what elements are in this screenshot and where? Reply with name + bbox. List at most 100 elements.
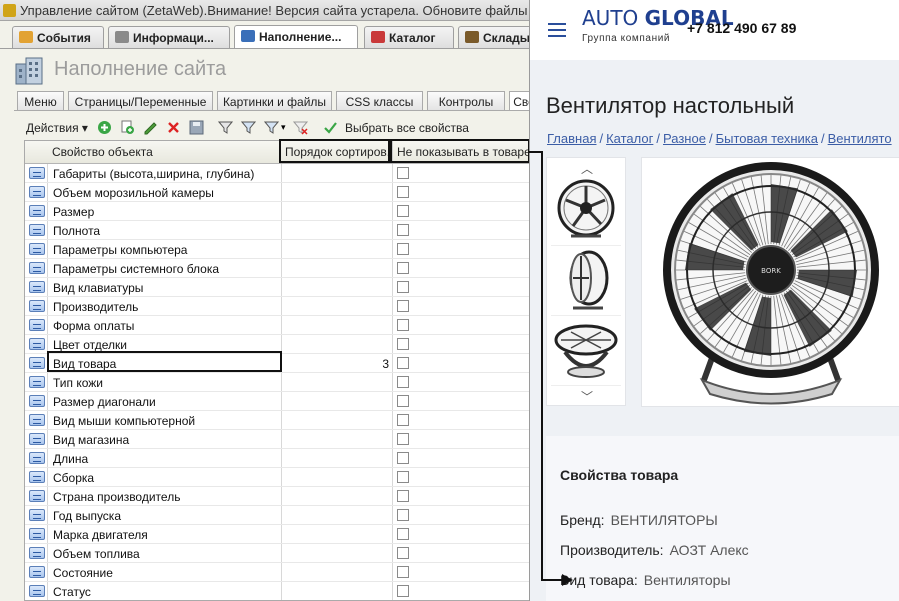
sort-order-value[interactable]: 3 [281,357,389,371]
chevron-down-icon[interactable]: ﹀ [581,388,593,405]
table-row[interactable]: Длина [25,449,529,468]
property-name[interactable]: Вид клавиатуры [53,281,143,295]
table-row[interactable]: Вид клавиатуры [25,278,529,297]
property-name[interactable]: Параметры компьютера [53,243,187,257]
tab-pages-variables[interactable]: Страницы/Переменные [68,91,213,110]
hide-in-product-checkbox[interactable] [397,300,409,312]
hide-in-product-checkbox[interactable] [397,338,409,350]
hide-in-product-checkbox[interactable] [397,490,409,502]
property-name[interactable]: Длина [53,452,88,466]
table-row[interactable]: Вид мыши компьютерной [25,411,529,430]
table-row[interactable]: Вид магазина [25,430,529,449]
tab-properties[interactable]: Сво [509,91,529,110]
table-row[interactable]: Марка двигателя [25,525,529,544]
table-row[interactable]: Статус [25,582,529,600]
tab-warehouses[interactable]: Склады [458,26,529,48]
breadcrumb-appliances[interactable]: Бытовая техника [716,131,818,146]
tab-controls[interactable]: Контролы [427,91,505,110]
property-name[interactable]: Страна производитель [53,490,180,504]
copy-icon[interactable] [120,120,135,135]
property-name[interactable]: Параметры системного блока [53,262,219,276]
tab-events[interactable]: События [12,26,104,48]
select-all-button[interactable]: Выбрать все свойства [345,121,469,135]
hide-in-product-checkbox[interactable] [397,281,409,293]
property-name[interactable]: Размер [53,205,94,219]
table-row[interactable]: Размер диагонали [25,392,529,411]
hide-in-product-checkbox[interactable] [397,509,409,521]
breadcrumb-catalog[interactable]: Каталог [606,131,653,146]
hide-in-product-checkbox[interactable] [397,547,409,559]
property-name[interactable]: Статус [53,585,91,599]
property-name[interactable]: Цвет отделки [53,338,127,352]
property-name[interactable]: Год выпуска [53,509,121,523]
filter-dropdown-icon[interactable]: ▾ [281,122,289,137]
filter-value-icon[interactable] [241,120,256,135]
filter-list-icon[interactable] [264,120,279,135]
table-row[interactable]: Параметры компьютера [25,240,529,259]
property-name[interactable]: Тип кожи [53,376,103,390]
table-row[interactable]: Полнота [25,221,529,240]
property-name[interactable]: Объем топлива [53,547,140,561]
clear-filter-icon[interactable] [293,120,308,135]
property-name[interactable]: Производитель [53,300,138,314]
hide-in-product-checkbox[interactable] [397,528,409,540]
tab-css-classes[interactable]: CSS классы [336,91,423,110]
hide-in-product-checkbox[interactable] [397,452,409,464]
property-name[interactable]: Объем морозильной камеры [53,186,214,200]
property-name[interactable]: Состояние [53,566,113,580]
tab-information[interactable]: Информаци... [108,26,230,48]
table-row[interactable]: Тип кожи [25,373,529,392]
hide-in-product-checkbox[interactable] [397,471,409,483]
tab-catalog[interactable]: Каталог [364,26,454,48]
save-icon[interactable] [189,120,204,135]
property-name[interactable]: Марка двигателя [53,528,148,542]
add-icon[interactable] [97,120,112,135]
table-row[interactable]: Объем морозильной камеры [25,183,529,202]
table-row[interactable]: Состояние [25,563,529,582]
hide-in-product-checkbox[interactable] [397,357,409,369]
hide-in-product-checkbox[interactable] [397,433,409,445]
phone-number[interactable]: +7 812 490 67 89 [687,20,796,36]
hide-in-product-checkbox[interactable] [397,585,409,597]
hide-in-product-checkbox[interactable] [397,319,409,331]
select-all-icon[interactable] [323,120,338,135]
filter-icon[interactable] [218,120,233,135]
property-name[interactable]: Сборка [53,471,94,485]
hide-in-product-checkbox[interactable] [397,262,409,274]
table-row[interactable]: Год выпуска [25,506,529,525]
chevron-up-icon[interactable]: ︿ [581,160,593,177]
table-row[interactable]: Размер [25,202,529,221]
table-row[interactable]: Страна производитель [25,487,529,506]
breadcrumb-fans[interactable]: Вентилято [828,131,892,146]
thumbnail-1[interactable] [551,178,621,246]
breadcrumb-misc[interactable]: Разное [663,131,706,146]
hide-in-product-checkbox[interactable] [397,205,409,217]
actions-menu[interactable]: Действия ▾ [26,121,88,135]
hide-in-product-checkbox[interactable] [397,224,409,236]
table-row[interactable]: Сборка [25,468,529,487]
property-name[interactable]: Размер диагонали [53,395,156,409]
product-main-image[interactable]: BORK [641,157,899,407]
hide-in-product-checkbox[interactable] [397,566,409,578]
tab-images-files[interactable]: Картинки и файлы [217,91,332,110]
property-name[interactable]: Габариты (высота,ширина, глубина) [53,167,254,181]
edit-icon[interactable] [143,120,158,135]
property-name[interactable]: Вид мыши компьютерной [53,414,195,428]
hide-in-product-checkbox[interactable] [397,414,409,426]
property-name[interactable]: Вид магазина [53,433,129,447]
breadcrumb-home[interactable]: Главная [547,131,596,146]
tab-content[interactable]: Наполнение... [234,25,358,49]
hide-in-product-checkbox[interactable] [397,376,409,388]
table-row[interactable]: Габариты (высота,ширина, глубина) [25,164,529,183]
property-name[interactable]: Полнота [53,224,100,238]
tab-menu[interactable]: Меню [17,91,64,110]
hide-in-product-checkbox[interactable] [397,167,409,179]
table-row[interactable]: Форма оплаты [25,316,529,335]
hide-in-product-checkbox[interactable] [397,395,409,407]
thumbnail-3[interactable] [551,318,621,386]
table-row[interactable]: Параметры системного блока [25,259,529,278]
menu-icon[interactable] [548,23,566,37]
table-row[interactable]: Объем топлива [25,544,529,563]
column-property[interactable]: Свойство объекта [25,141,281,163]
hide-in-product-checkbox[interactable] [397,243,409,255]
